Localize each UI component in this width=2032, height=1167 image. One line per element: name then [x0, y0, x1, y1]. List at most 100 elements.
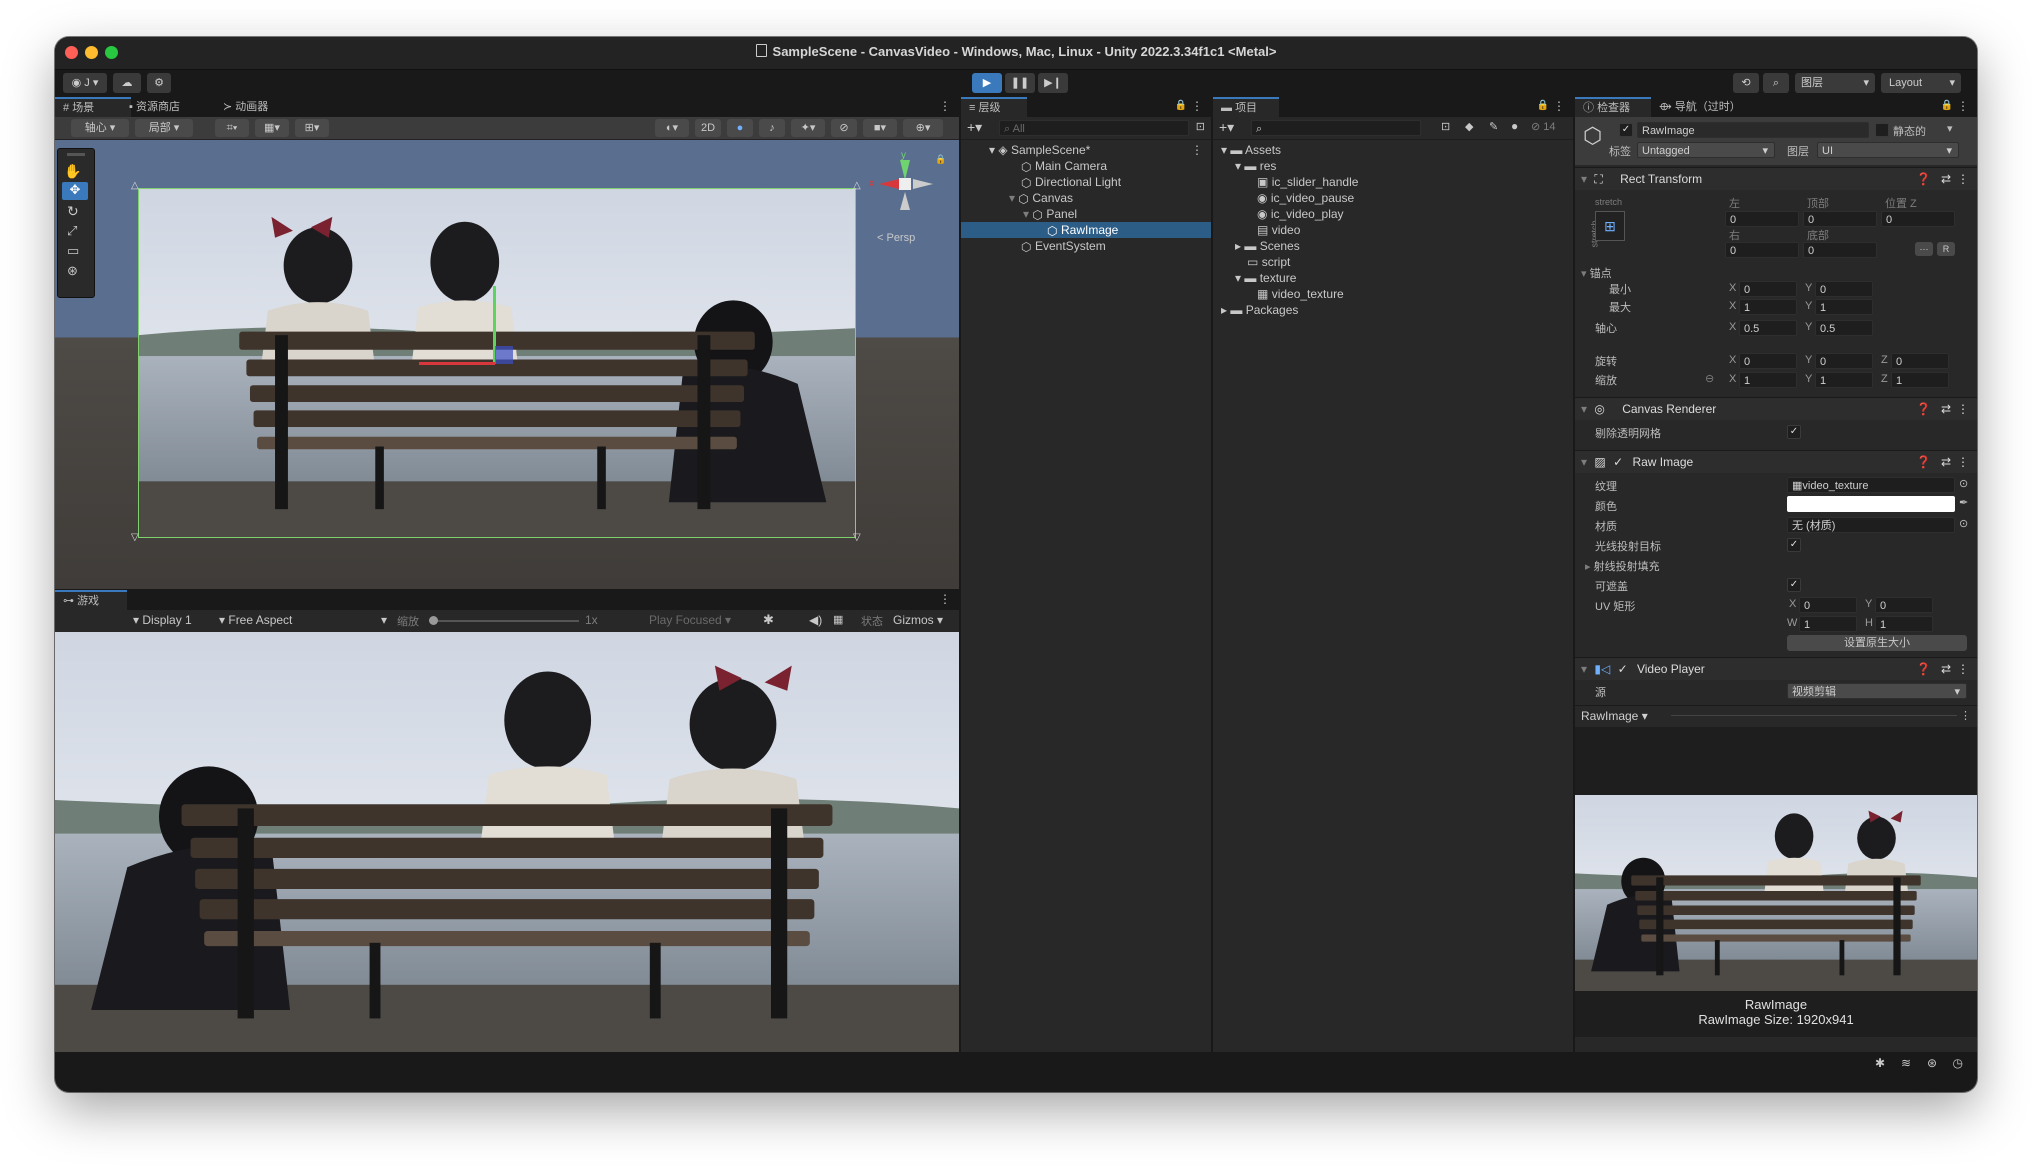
project-item[interactable]: ▾ ▬ texture — [1213, 270, 1573, 286]
project-item[interactable]: ▸ ▬ Packages — [1213, 302, 1573, 318]
tab-project[interactable]: ▬ 项目 — [1213, 97, 1279, 117]
layout-dropdown[interactable]: Layout ▾ — [1881, 73, 1961, 93]
video-player-header[interactable]: ▾ ▮◁ ✓ Video Player ❓ ⇄ ⋮ — [1575, 657, 1977, 680]
raw-image-header[interactable]: ▾ ▨ ✓ Raw Image ❓ ⇄ ⋮ — [1575, 450, 1977, 473]
project-more-icon[interactable]: ⋮ — [1553, 99, 1565, 113]
tag-dropdown[interactable]: Untagged ▾ — [1637, 142, 1775, 158]
bug-icon[interactable]: ✱ — [763, 612, 774, 628]
pivot-dropdown[interactable]: 轴心 ▾ — [71, 119, 129, 137]
texture-field[interactable]: ▦video_texture — [1787, 477, 1955, 493]
uv-x-field[interactable]: 0 — [1799, 597, 1857, 613]
history-icon[interactable]: ⟲ — [1733, 73, 1759, 93]
anchor-max-x-field[interactable]: 1 — [1739, 299, 1797, 315]
foldout-arrow-icon[interactable]: ▾ — [1581, 455, 1587, 469]
transform-tool-icon[interactable]: ⊛ — [67, 263, 78, 279]
move-gizmo-plane[interactable] — [495, 346, 513, 364]
pivot-y-field[interactable]: 0.5 — [1815, 320, 1873, 336]
tab-hierarchy[interactable]: ≡ 层级 — [961, 97, 1027, 117]
component-more-icon[interactable]: ⋮ — [1957, 398, 1969, 420]
raycast-padding-foldout[interactable]: ▸ 射线投射填充 — [1585, 558, 1660, 574]
project-item[interactable]: ▭ script — [1213, 254, 1573, 270]
project-search-input[interactable]: ⌕ — [1251, 120, 1421, 136]
material-field[interactable]: 无 (材质) — [1787, 517, 1955, 533]
more-menu-icon[interactable]: ⋮ — [939, 99, 951, 113]
right-field[interactable]: 0 — [1725, 242, 1799, 258]
raw-image-enabled-checkbox[interactable]: ✓ — [1613, 455, 1623, 469]
rotation-y-field[interactable]: 0 — [1815, 353, 1873, 369]
hand-tool-icon[interactable]: ✋ — [64, 163, 81, 180]
camera-icon[interactable]: ■▾ — [863, 119, 897, 137]
hierarchy-lock-icon[interactable]: 🔒 — [1175, 100, 1187, 111]
anchor-handle-bl[interactable]: ▽ — [131, 532, 139, 543]
help-icon[interactable]: ❓ — [1916, 168, 1931, 190]
uv-w-field[interactable]: 1 — [1799, 616, 1857, 632]
tab-asset-store[interactable]: ▪ 资源商店 — [121, 97, 188, 117]
game-view[interactable] — [55, 632, 959, 1052]
lock-icon[interactable]: 🔒 — [935, 154, 946, 165]
layer-dropdown[interactable]: UI ▾ — [1817, 142, 1959, 158]
preset-icon[interactable]: ⇄ — [1941, 658, 1951, 680]
expand-arrow-icon[interactable]: ▾ — [1023, 207, 1032, 221]
rotation-x-field[interactable]: 0 — [1739, 353, 1797, 369]
increment-icon[interactable]: ⊞▾ — [295, 119, 329, 137]
gizmos-dropdown[interactable]: Gizmos ▾ — [893, 613, 943, 627]
toggle-2d-button[interactable]: 2D — [695, 119, 721, 137]
preset-icon[interactable]: ⇄ — [1941, 168, 1951, 190]
object-picker-icon[interactable]: ⊙ — [1959, 517, 1968, 530]
mute-audio-icon[interactable]: ◀) — [809, 613, 822, 627]
keyboard-icon[interactable]: ▦ — [833, 613, 843, 626]
foldout-arrow-icon[interactable]: ▾ — [1581, 172, 1587, 186]
game-more-menu-icon[interactable]: ⋮ — [939, 592, 951, 606]
inspector-more-icon[interactable]: ⋮ — [1957, 99, 1969, 113]
left-field[interactable]: 0 — [1725, 211, 1799, 227]
hierarchy-item-selected[interactable]: ⬡ RawImage — [961, 222, 1211, 238]
raycast-target-checkbox[interactable]: ✓ — [1787, 538, 1801, 552]
raw-edit-button[interactable]: R — [1937, 242, 1955, 256]
hierarchy-search-input[interactable]: ⌕ All — [999, 120, 1189, 136]
scale-z-field[interactable]: 1 — [1891, 372, 1949, 388]
preview-dropdown[interactable]: RawImage ▾ — [1581, 709, 1648, 723]
hierarchy-item[interactable]: ▾ ⬡ Panel — [961, 206, 1211, 222]
project-item[interactable]: ◉ ic_video_play — [1213, 206, 1573, 222]
anchor-min-x-field[interactable]: 0 — [1739, 281, 1797, 297]
project-item[interactable]: ▣ ic_slider_handle — [1213, 174, 1573, 190]
inspector-lock-icon[interactable]: 🔒 — [1941, 100, 1953, 111]
collab-icon[interactable]: ⚙ — [147, 73, 171, 93]
move-gizmo-x-axis[interactable] — [419, 362, 495, 365]
rect-transform-header[interactable]: ▾ ⛶ Rect Transform ❓ ⇄ ⋮ — [1575, 167, 1977, 190]
display-dropdown[interactable]: ▾ Display 1 — [133, 613, 192, 627]
gizmos-icon[interactable]: ⊕▾ — [903, 119, 943, 137]
scale-slider[interactable] — [429, 620, 579, 622]
stats-button[interactable]: 状态 — [861, 613, 883, 629]
anchor-handle-tl[interactable]: △ — [131, 180, 139, 191]
object-name-input[interactable]: RawImage — [1637, 122, 1869, 138]
anchors-foldout[interactable]: ▾ 锚点 — [1581, 265, 1612, 281]
project-lock-icon[interactable]: 🔒 — [1537, 100, 1549, 111]
snap-icon[interactable]: ⌗▾ — [215, 119, 249, 137]
foldout-arrow-icon[interactable]: ▾ — [1581, 662, 1587, 676]
scale-x-field[interactable]: 1 — [1739, 372, 1797, 388]
pivot-x-field[interactable]: 0.5 — [1739, 320, 1797, 336]
tab-inspector[interactable]: ⓘ 检查器 — [1575, 97, 1651, 117]
cull-transparent-checkbox[interactable]: ✓ — [1787, 425, 1801, 439]
search-by-type-icon[interactable]: ⊡ — [1441, 120, 1450, 133]
static-checkbox[interactable] — [1875, 123, 1889, 137]
scene-more-icon[interactable]: ⋮ — [1191, 142, 1203, 158]
cloud-icon[interactable]: ☁ — [113, 73, 141, 93]
hierarchy-more-icon[interactable]: ⋮ — [1191, 99, 1203, 113]
hierarchy-item[interactable]: ⬡ EventSystem — [961, 238, 1211, 254]
hierarchy-item[interactable]: ⬡ Main Camera — [961, 158, 1211, 174]
audio-icon[interactable]: ♪ — [759, 119, 785, 137]
blueprint-mode-icon[interactable]: ⋯ — [1915, 242, 1933, 256]
bottom-field[interactable]: 0 — [1803, 242, 1877, 258]
play-focused-dropdown[interactable]: Play Focused ▾ — [649, 613, 731, 627]
tab-game[interactable]: ⊶ 游戏 — [55, 590, 127, 610]
project-item[interactable]: ◉ ic_video_pause — [1213, 190, 1573, 206]
preset-icon[interactable]: ⇄ — [1941, 398, 1951, 420]
anchor-handle-tr[interactable]: △ — [853, 180, 861, 191]
tab-navigation[interactable]: ⟴ 导航（过时） — [1651, 97, 1749, 117]
gizmo-x-cone[interactable] — [879, 179, 899, 189]
anchor-presets-button[interactable]: ⊞ — [1595, 211, 1625, 241]
effects-icon[interactable]: ✦▾ — [791, 119, 825, 137]
expand-arrow-icon[interactable]: ▾ — [1009, 191, 1018, 205]
